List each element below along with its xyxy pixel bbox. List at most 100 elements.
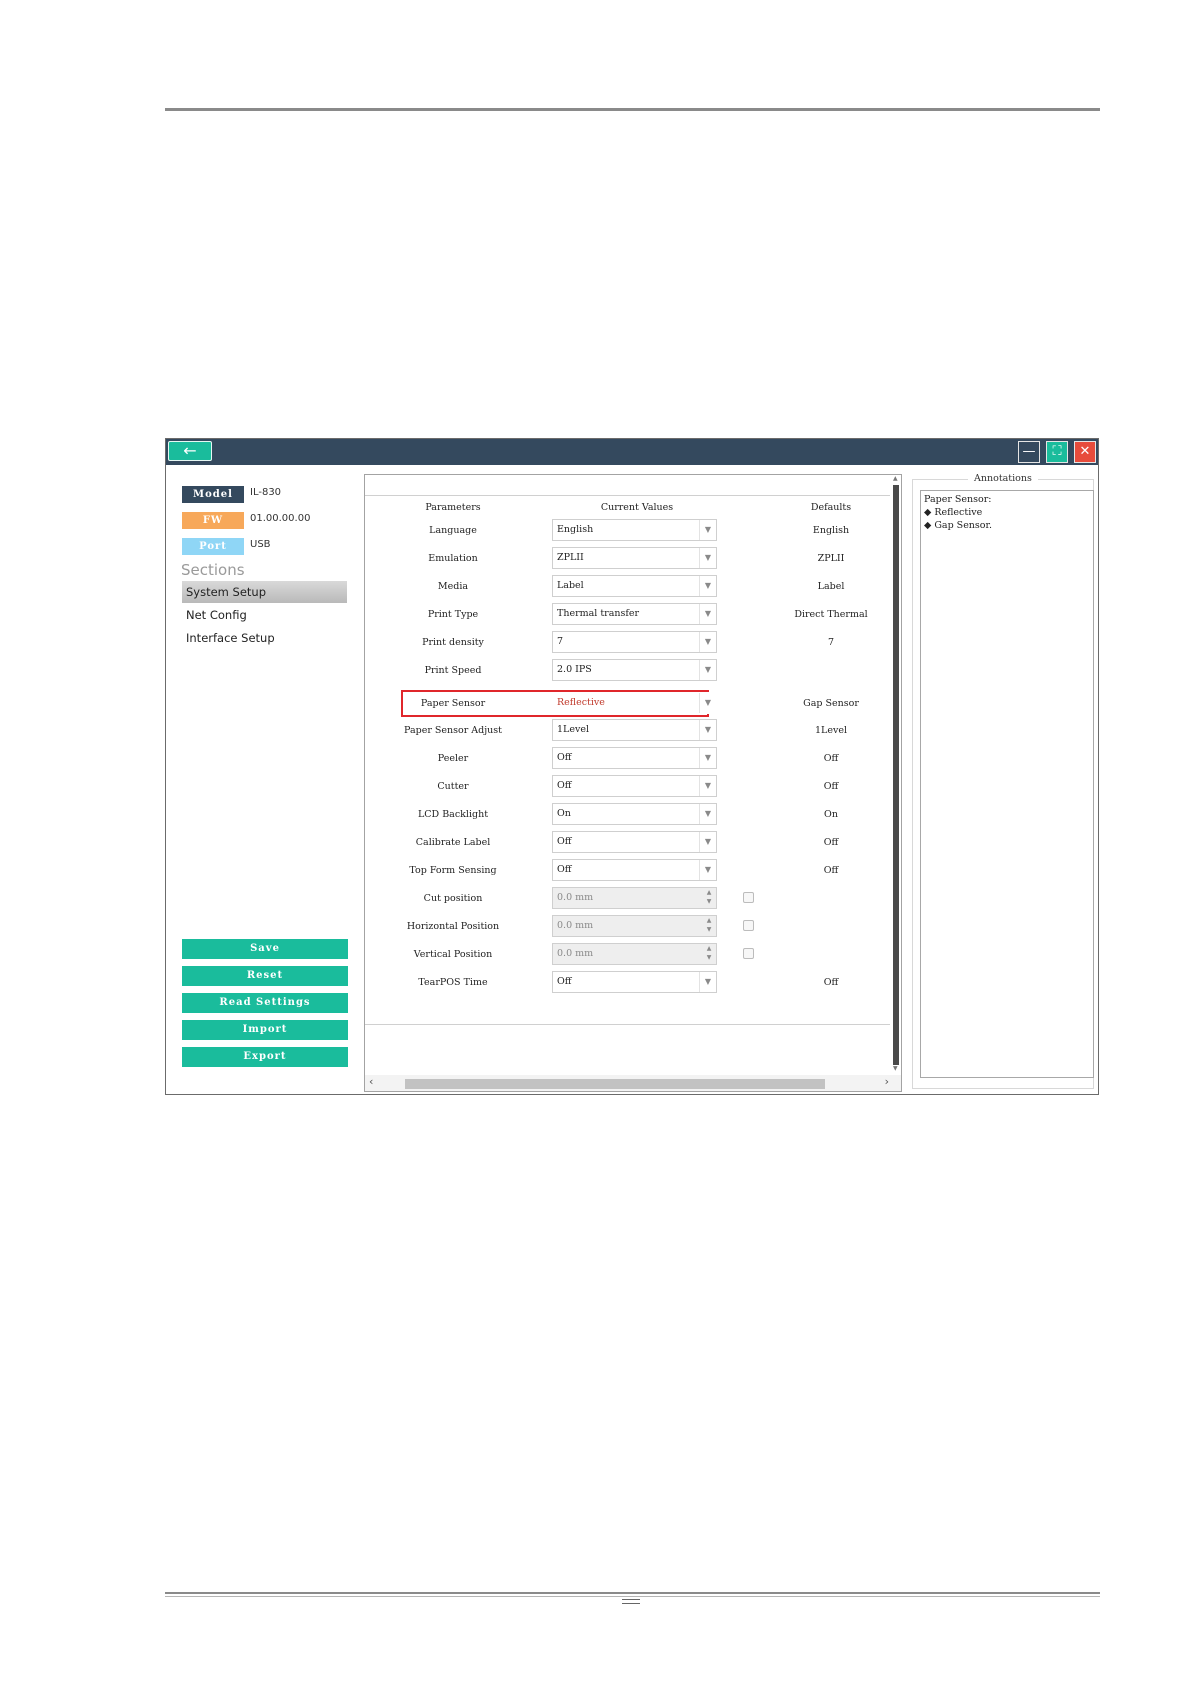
param-row-lcd-backlight: LCD Backlight On ▼ On <box>365 803 890 827</box>
chevron-down-icon[interactable]: ▼ <box>699 720 716 740</box>
annotations-title: Annotations <box>968 473 1038 484</box>
export-button[interactable]: Export <box>182 1047 348 1067</box>
section-item-system-setup[interactable]: System Setup <box>182 581 347 603</box>
scroll-right-icon[interactable]: › <box>885 1075 889 1088</box>
chevron-down-icon[interactable]: ▼ <box>699 520 716 540</box>
field-value: Label <box>557 580 584 591</box>
horizontal-position-spinbox[interactable]: 0.0 mm ▲ ▼ <box>552 915 717 937</box>
spin-arrows-icon[interactable]: ▲ ▼ <box>702 944 716 964</box>
read-settings-button[interactable]: Read Settings <box>182 993 348 1013</box>
lcd-backlight-select[interactable]: On ▼ <box>552 803 717 825</box>
chevron-down-icon[interactable]: ▼ <box>699 832 716 852</box>
import-button[interactable]: Import <box>182 1020 348 1040</box>
close-button[interactable]: ✕ <box>1074 441 1096 463</box>
scroll-left-icon[interactable]: ‹ <box>369 1075 373 1088</box>
param-label: Paper Sensor Adjust <box>404 725 502 736</box>
vertical-scroll-thumb[interactable] <box>893 485 899 1065</box>
header-divider <box>365 495 890 496</box>
emulation-select[interactable]: ZPLII ▼ <box>552 547 717 569</box>
field-value: Off <box>557 976 572 987</box>
annotations-group: Annotations Paper Sensor: ◆ Reflective ◆… <box>912 473 1094 1089</box>
chevron-down-icon[interactable]: ▼ <box>699 604 716 624</box>
param-row-print-density: Print density 7 ▼ 7 <box>365 631 890 655</box>
default-value: Direct Thermal <box>794 609 868 620</box>
cut-position-spinbox[interactable]: 0.0 mm ▲ ▼ <box>552 887 717 909</box>
paper-sensor-adjust-select[interactable]: 1Level ▼ <box>552 719 717 741</box>
default-value: Off <box>823 865 839 876</box>
scroll-down-icon[interactable]: ▼ <box>893 1065 898 1072</box>
spin-arrows-icon[interactable]: ▲ ▼ <box>702 916 716 936</box>
peeler-select[interactable]: Off ▼ <box>552 747 717 769</box>
vertical-position-spinbox[interactable]: 0.0 mm ▲ ▼ <box>552 943 717 965</box>
param-label: TearPOS Time <box>418 977 488 988</box>
field-value: 1Level <box>557 724 590 735</box>
cutter-select[interactable]: Off ▼ <box>552 775 717 797</box>
language-select[interactable]: English ▼ <box>552 519 717 541</box>
param-label: Calibrate Label <box>415 837 491 848</box>
model-value: IL-830 <box>250 487 282 498</box>
top-form-sensing-select[interactable]: Off ▼ <box>552 859 717 881</box>
chevron-down-icon[interactable]: ▼ <box>699 693 716 713</box>
default-value: Off <box>823 781 839 792</box>
reset-button[interactable]: Reset <box>182 966 348 986</box>
field-value: Off <box>557 780 572 791</box>
cut-position-checkbox[interactable] <box>743 892 754 903</box>
section-item-net-config[interactable]: Net Config <box>182 604 347 626</box>
spin-arrows-icon[interactable]: ▲ ▼ <box>702 888 716 908</box>
port-badge: Port <box>182 538 244 555</box>
vertical-scrollbar[interactable]: ▲ ▼ <box>891 475 901 1075</box>
param-row-cut-position: Cut position 0.0 mm ▲ ▼ <box>365 887 890 911</box>
chevron-down-icon[interactable]: ▼ <box>699 860 716 880</box>
chevron-down-icon[interactable]: ▼ <box>699 776 716 796</box>
save-button[interactable]: Save <box>182 939 348 959</box>
default-value: Off <box>823 977 839 988</box>
current-values-header: Current Values <box>600 502 674 513</box>
horizontal-position-checkbox[interactable] <box>743 920 754 931</box>
chevron-down-icon[interactable]: ▼ <box>699 548 716 568</box>
back-button[interactable]: ← <box>168 441 212 461</box>
page-footer-rule-thin <box>165 1596 1100 1597</box>
param-row-print-type: Print Type Thermal transfer ▼ Direct Ther… <box>365 603 890 627</box>
field-value: 0.0 mm <box>557 948 594 959</box>
annotation-line: ◆ Reflective <box>924 507 983 518</box>
paper-sensor-select[interactable]: Reflective ▼ <box>552 692 717 714</box>
param-row-paper-sensor: Paper Sensor Reflective ▼ Gap Sensor <box>365 692 890 716</box>
horizontal-scrollbar[interactable]: ‹ › <box>365 1075 901 1091</box>
field-value: 0.0 mm <box>557 892 594 903</box>
page-header-rule <box>165 108 1100 111</box>
tearpos-time-select[interactable]: Off ▼ <box>552 971 717 993</box>
print-type-select[interactable]: Thermal transfer ▼ <box>552 603 717 625</box>
param-label: Paper Sensor <box>420 698 486 709</box>
print-density-select[interactable]: 7 ▼ <box>552 631 717 653</box>
media-select[interactable]: Label ▼ <box>552 575 717 597</box>
chevron-down-icon[interactable]: ▼ <box>699 660 716 680</box>
maximize-button[interactable]: ⛶ <box>1046 441 1068 463</box>
print-speed-select[interactable]: 2.0 IPS ▼ <box>552 659 717 681</box>
field-value: Off <box>557 752 572 763</box>
param-label: Cut position <box>423 893 483 904</box>
chevron-down-icon[interactable]: ▼ <box>699 632 716 652</box>
chevron-down-icon[interactable]: ▼ <box>699 576 716 596</box>
section-item-interface-setup[interactable]: Interface Setup <box>182 627 347 649</box>
scroll-up-icon[interactable]: ▲ <box>893 475 898 482</box>
param-label: Vertical Position <box>413 949 493 960</box>
vertical-position-checkbox[interactable] <box>743 948 754 959</box>
param-label: Cutter <box>437 781 469 792</box>
fw-badge: FW <box>182 512 244 529</box>
port-value: USB <box>250 539 271 550</box>
chevron-down-icon[interactable]: ▼ <box>699 804 716 824</box>
chevron-down-icon[interactable]: ▼ <box>699 748 716 768</box>
minimize-button[interactable]: — <box>1018 441 1040 463</box>
calibrate-label-select[interactable]: Off ▼ <box>552 831 717 853</box>
annotation-line: Paper Sensor: <box>924 494 992 505</box>
app-window: ← — ⛶ ✕ Model IL-830 FW 01.00.00.00 Port… <box>165 438 1099 1095</box>
field-value: English <box>557 524 594 535</box>
param-row-paper-sensor-adjust: Paper Sensor Adjust 1Level ▼ 1Level <box>365 719 890 743</box>
defaults-header: Defaults <box>810 502 852 513</box>
param-row-emulation: Emulation ZPLII ▼ ZPLII <box>365 547 890 571</box>
param-label: LCD Backlight <box>417 809 489 820</box>
default-value: Label <box>817 581 845 592</box>
horizontal-scroll-thumb[interactable] <box>405 1079 825 1089</box>
default-value: Gap Sensor <box>803 698 859 709</box>
chevron-down-icon[interactable]: ▼ <box>699 972 716 992</box>
